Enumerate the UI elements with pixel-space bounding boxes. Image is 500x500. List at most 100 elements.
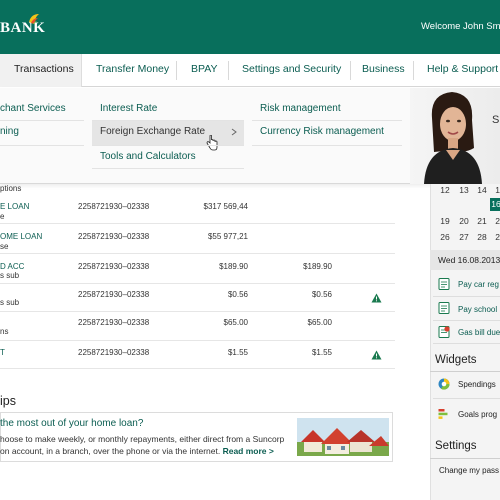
account-available: $65.00 bbox=[307, 318, 332, 327]
menu-merchant-services[interactable]: chant Services bbox=[0, 103, 66, 114]
account-name[interactable]: T bbox=[0, 348, 5, 357]
account-subname: ns bbox=[0, 327, 9, 336]
warning-icon[interactable] bbox=[371, 350, 382, 360]
houses-image bbox=[297, 418, 389, 456]
menu-currency-risk-management[interactable]: Currency Risk management bbox=[260, 126, 384, 137]
nav-divider bbox=[413, 61, 414, 80]
tip-heading[interactable]: the most out of your home loan? bbox=[0, 418, 143, 429]
account-number: 2258721930–02338 bbox=[78, 232, 150, 241]
table-row[interactable]: E LOAN e 2258721930–02338 $317 569,44 bbox=[0, 196, 395, 224]
account-number: 2258721930–02338 bbox=[78, 262, 150, 271]
reminder-divider bbox=[433, 343, 500, 344]
account-subname: se bbox=[0, 242, 9, 251]
settings-change-password[interactable]: Change my pass bbox=[439, 466, 499, 475]
menu-divider bbox=[252, 120, 402, 121]
note-icon bbox=[438, 302, 450, 314]
chevron-right-icon bbox=[231, 128, 237, 136]
widget-spendings[interactable]: Spendings bbox=[458, 380, 496, 389]
tip-body-text: on account, in a branch, over the phone … bbox=[0, 446, 221, 456]
account-number: 2258721930–02338 bbox=[78, 290, 150, 299]
bar-progress-icon bbox=[438, 409, 448, 419]
reminder-link[interactable]: Gas bill due bbox=[458, 328, 500, 337]
account-name[interactable]: D ACC bbox=[0, 262, 24, 271]
warning-icon[interactable] bbox=[371, 293, 382, 303]
calendar-day[interactable]: 12 bbox=[437, 185, 453, 195]
account-balance: $317 569,44 bbox=[203, 202, 249, 211]
calendar-day[interactable]: 14 bbox=[474, 185, 490, 195]
table-row[interactable]: ns 2258721930–02338 $65.00 $65.00 bbox=[0, 313, 395, 341]
calendar-day[interactable]: 26 bbox=[437, 232, 453, 242]
calendar-day[interactable]: 19 bbox=[437, 216, 453, 226]
widgets-title: Widgets bbox=[435, 354, 477, 366]
menu-interest-rate[interactable]: Interest Rate bbox=[100, 103, 157, 114]
account-name[interactable]: OME LOAN bbox=[0, 232, 42, 241]
menu-tools-calculators[interactable]: Tools and Calculators bbox=[100, 151, 196, 162]
calendar-day[interactable]: 15 bbox=[492, 185, 500, 195]
account-subname: s sub bbox=[0, 298, 20, 307]
pie-chart-icon bbox=[438, 378, 450, 390]
menu-divider bbox=[0, 145, 84, 146]
calendar-day[interactable]: 20 bbox=[456, 216, 472, 226]
widgets-divider bbox=[430, 371, 500, 372]
nav-transfer-money[interactable]: Transfer Money bbox=[96, 54, 169, 87]
account-available: $189.90 bbox=[303, 262, 332, 271]
settings-title: Settings bbox=[435, 440, 477, 452]
table-row[interactable]: T 2258721930–02338 $1.55 $1.55 bbox=[0, 341, 395, 369]
reminder-link[interactable]: Pay school bbox=[458, 305, 497, 314]
nav-transactions[interactable]: Transactions bbox=[0, 54, 82, 87]
calendar-day[interactable]: 21 bbox=[474, 216, 490, 226]
calendar-day[interactable]: 28 bbox=[474, 232, 490, 242]
menu-foreign-exchange-rate[interactable]: Foreign Exchange Rate bbox=[100, 126, 205, 137]
menu-divider bbox=[0, 120, 84, 121]
account-balance: $189.90 bbox=[219, 262, 248, 271]
calendar-day[interactable]: 27 bbox=[456, 232, 472, 242]
table-row[interactable]: D ACC s sub 2258721930–02338 $189.90 $18… bbox=[0, 256, 395, 284]
woman-portrait-image bbox=[424, 92, 482, 184]
menu-planning[interactable]: ning bbox=[0, 126, 19, 137]
account-balance: $1.55 bbox=[227, 348, 248, 357]
nav-divider bbox=[350, 61, 351, 80]
account-subname: e bbox=[0, 212, 5, 221]
account-subname: s sub bbox=[0, 271, 20, 280]
selected-date-bar: Wed 16.08.2013 bbox=[430, 250, 500, 270]
table-row[interactable]: s sub 2258721930–02338 $0.56 $0.56 bbox=[0, 284, 395, 312]
nav-bpay[interactable]: BPAY bbox=[191, 54, 217, 87]
nav-divider bbox=[228, 61, 229, 80]
tips-title: ips bbox=[0, 394, 16, 408]
account-balance: $0.56 bbox=[227, 290, 248, 299]
promo-photo[interactable]: S bbox=[410, 88, 500, 184]
reminder-divider bbox=[433, 296, 500, 297]
account-number: 2258721930–02338 bbox=[78, 348, 150, 357]
reminder-divider bbox=[433, 320, 500, 321]
main-nav: Transactions Transfer Money BPAY Setting… bbox=[0, 54, 500, 87]
read-more-link[interactable]: Read more > bbox=[223, 446, 274, 456]
nav-divider bbox=[176, 61, 177, 80]
calendar-today[interactable]: 16 bbox=[490, 198, 500, 211]
reminder-link[interactable]: Pay car reg bbox=[458, 280, 499, 289]
table-row[interactable]: OME LOAN se 2258721930–02338 $55 977,21 bbox=[0, 226, 395, 254]
mega-menu: chant Services ning Interest Rate Foreig… bbox=[0, 88, 500, 184]
promo-photo-text: S bbox=[492, 114, 500, 126]
note-icon bbox=[438, 278, 450, 290]
account-name[interactable]: E LOAN bbox=[0, 202, 29, 211]
welcome-text: Welcome John Smith bbox=[421, 21, 500, 32]
logo-mark-icon bbox=[29, 14, 39, 24]
nav-business[interactable]: Business bbox=[362, 54, 405, 87]
accounts-partial-header: ptions bbox=[0, 184, 22, 193]
account-balance: $55 977,21 bbox=[207, 232, 248, 241]
menu-risk-management[interactable]: Risk management bbox=[260, 103, 341, 114]
tip-body-line: hoose to make weekly, or monthly repayme… bbox=[0, 434, 285, 444]
nav-help-support[interactable]: Help & Support bbox=[427, 54, 498, 87]
note-alert-icon bbox=[438, 326, 450, 338]
header-bar: BANK Welcome John Smith bbox=[0, 0, 500, 54]
nav-settings-security[interactable]: Settings and Security bbox=[242, 54, 341, 87]
tip-body-line: on account, in a branch, over the phone … bbox=[0, 446, 274, 456]
menu-divider bbox=[92, 145, 244, 146]
calendar-day[interactable]: 29 bbox=[492, 232, 500, 242]
calendar-day[interactable]: 13 bbox=[456, 185, 472, 195]
account-available: $0.56 bbox=[311, 290, 332, 299]
settings-divider bbox=[430, 458, 500, 459]
calendar-day[interactable]: 22 bbox=[492, 216, 500, 226]
account-number: 2258721930–02338 bbox=[78, 318, 150, 327]
widget-goals-progress[interactable]: Goals prog bbox=[458, 410, 497, 419]
